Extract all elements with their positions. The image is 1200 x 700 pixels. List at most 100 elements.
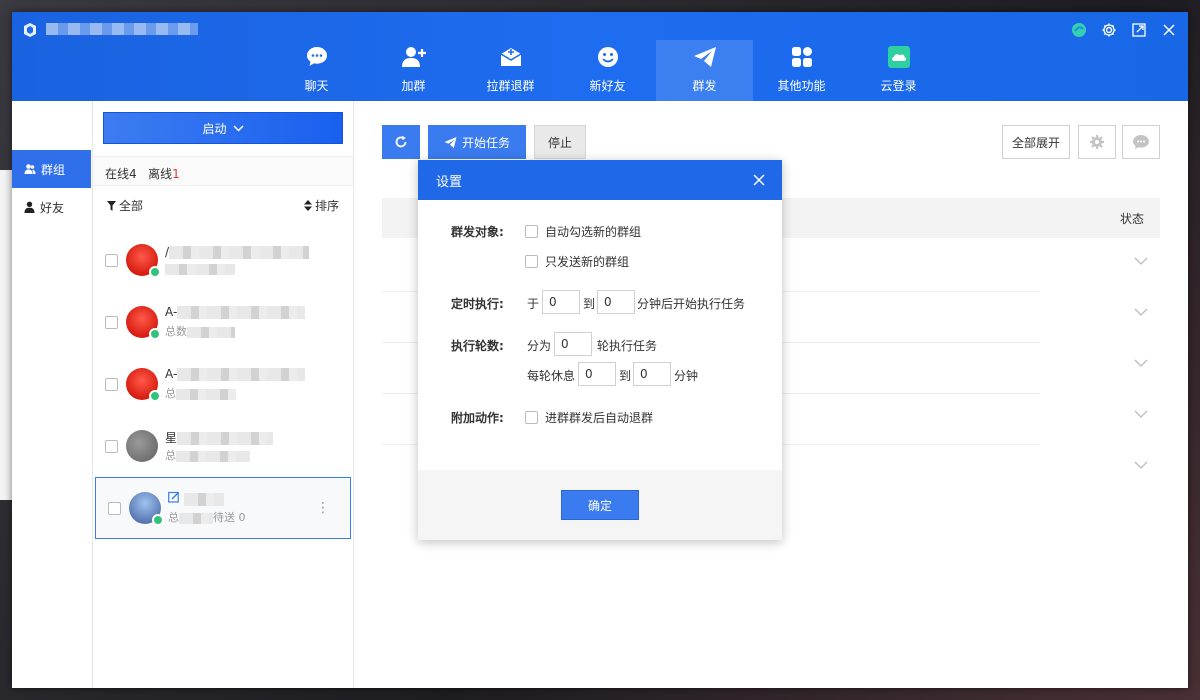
- rounds-input[interactable]: [554, 332, 592, 356]
- group-checkbox[interactable]: [108, 501, 121, 515]
- group-subtitle: 总: [165, 449, 176, 462]
- filter-icon: [107, 200, 116, 211]
- avatar: [126, 306, 161, 340]
- online-indicator: [149, 390, 161, 402]
- schedule-to-input[interactable]: [597, 290, 635, 314]
- settings-button[interactable]: [1078, 125, 1116, 159]
- list-item[interactable]: A- 总: [93, 353, 353, 415]
- avatar: [129, 492, 164, 526]
- list-item[interactable]: 星 总: [93, 415, 353, 477]
- group-list: / A- 总数 A- 总 星 总 总 待送 0 ⋮: [93, 229, 353, 539]
- close-icon[interactable]: [1160, 21, 1178, 39]
- app-logo-icon: [24, 23, 36, 37]
- dialog-body: 群发对象: 自动勾选新的群组 只发送新的群组 定时执行: 于 到 分钟后开始执行…: [418, 200, 782, 470]
- side-tabs: 群组 好友: [12, 101, 93, 688]
- nav-new-friends[interactable]: 新好友: [559, 40, 656, 101]
- top-nav: 聊天 加群 拉群退群 新好友 群发 其他功能 云登录: [268, 40, 947, 101]
- group-checkbox[interactable]: [105, 377, 118, 391]
- settings-gear-icon[interactable]: [1100, 21, 1118, 39]
- tab-friends[interactable]: 好友: [12, 188, 92, 226]
- chevron-down-icon[interactable]: [1134, 308, 1148, 316]
- stop-button[interactable]: 停止: [534, 125, 586, 159]
- redacted-text: [177, 368, 306, 381]
- list-item-selected[interactable]: 总 待送 0 ⋮: [95, 477, 351, 539]
- chevron-down-icon[interactable]: [1134, 461, 1148, 469]
- refresh-icon: [395, 135, 407, 148]
- paper-plane-icon: [693, 47, 716, 67]
- group-list-panel: 启动 在线4 离线1 全部 排序 / A- 总数 A- 总 星 总 总 待送 0…: [93, 101, 354, 688]
- confirm-button[interactable]: 确定: [561, 490, 639, 520]
- dialog-header: 设置: [418, 160, 782, 200]
- add-user-icon: [401, 47, 426, 67]
- nav-other-functions[interactable]: 其他功能: [753, 40, 850, 101]
- more-options-icon[interactable]: ⋮: [316, 500, 330, 516]
- redacted-text: [169, 245, 310, 259]
- extra-action-label: 附加动作:: [451, 411, 504, 425]
- auto-select-new-checkbox[interactable]: 自动勾选新的群组: [525, 223, 641, 240]
- nav-cloud-login[interactable]: 云登录: [850, 40, 947, 101]
- mail-icon: [500, 48, 521, 66]
- sort-icon: [303, 200, 312, 211]
- start-task-button[interactable]: 开始任务: [428, 125, 526, 159]
- nav-invite-quit[interactable]: 拉群退群: [462, 40, 559, 101]
- maximize-icon[interactable]: [1130, 21, 1148, 39]
- nav-join-group[interactable]: 加群: [365, 40, 462, 101]
- refresh-button[interactable]: [382, 125, 420, 159]
- tab-groups[interactable]: 群组: [12, 150, 91, 188]
- only-send-new-checkbox[interactable]: 只发送新的群组: [525, 253, 629, 270]
- chat-bubble-icon: [306, 47, 327, 66]
- online-indicator: [149, 328, 161, 340]
- pending-count: 待送 0: [213, 511, 246, 524]
- group-name: A-: [165, 305, 178, 319]
- group-name: 星: [165, 431, 178, 445]
- nav-chat[interactable]: 聊天: [268, 40, 365, 101]
- skin-icon[interactable]: [1070, 21, 1088, 39]
- avatar: [126, 244, 161, 278]
- schedule-label: 定时执行:: [451, 297, 504, 311]
- group-subtitle: 总: [168, 511, 179, 524]
- online-indicator: [149, 266, 161, 278]
- list-item[interactable]: /: [93, 229, 353, 291]
- cloud-icon: [887, 46, 910, 68]
- dialog-footer: 确定: [418, 470, 782, 540]
- group-checkbox[interactable]: [105, 253, 118, 267]
- rest-from-input[interactable]: [578, 362, 616, 386]
- gear-icon: [1090, 135, 1104, 149]
- avatar: [126, 430, 158, 462]
- sort-button[interactable]: 排序: [303, 197, 339, 214]
- start-dropdown-button[interactable]: 启动: [103, 112, 343, 144]
- redacted-text: [176, 450, 250, 462]
- group-name: A-: [165, 367, 178, 381]
- group-icon: [24, 164, 36, 174]
- edit-icon[interactable]: [168, 491, 180, 503]
- redacted-text: [183, 493, 224, 506]
- chevron-down-icon[interactable]: [1134, 359, 1148, 367]
- online-offline-counts: 在线4 离线1: [93, 156, 353, 186]
- redacted-text: [176, 388, 236, 400]
- expand-all-button[interactable]: 全部展开: [1002, 125, 1070, 159]
- chevron-down-icon[interactable]: [1134, 410, 1148, 418]
- smiley-icon: [597, 47, 618, 67]
- rounds-label: 执行轮数:: [451, 339, 504, 353]
- list-item[interactable]: A- 总数: [93, 291, 353, 353]
- schedule-from-input[interactable]: [542, 290, 580, 314]
- avatar: [126, 368, 161, 402]
- status-column-header: 状态: [1119, 212, 1144, 226]
- rest-to-input[interactable]: [633, 362, 671, 386]
- paper-plane-icon: [444, 136, 457, 148]
- message-button[interactable]: [1122, 125, 1160, 159]
- nav-broadcast[interactable]: 群发: [656, 40, 753, 101]
- auto-quit-checkbox[interactable]: 进群群发后自动退群: [525, 409, 653, 426]
- window-controls: [1070, 21, 1178, 39]
- close-icon[interactable]: [752, 173, 766, 187]
- message-icon: [1133, 135, 1149, 149]
- redacted-text: [179, 512, 213, 524]
- chevron-down-icon: [232, 124, 244, 132]
- chevron-down-icon[interactable]: [1134, 257, 1148, 265]
- group-checkbox[interactable]: [105, 315, 118, 329]
- group-checkbox[interactable]: [105, 439, 118, 453]
- filter-all[interactable]: 全部: [107, 197, 143, 214]
- dialog-title: 设置: [436, 174, 463, 190]
- redacted-text: [165, 264, 235, 275]
- target-label: 群发对象:: [451, 225, 504, 239]
